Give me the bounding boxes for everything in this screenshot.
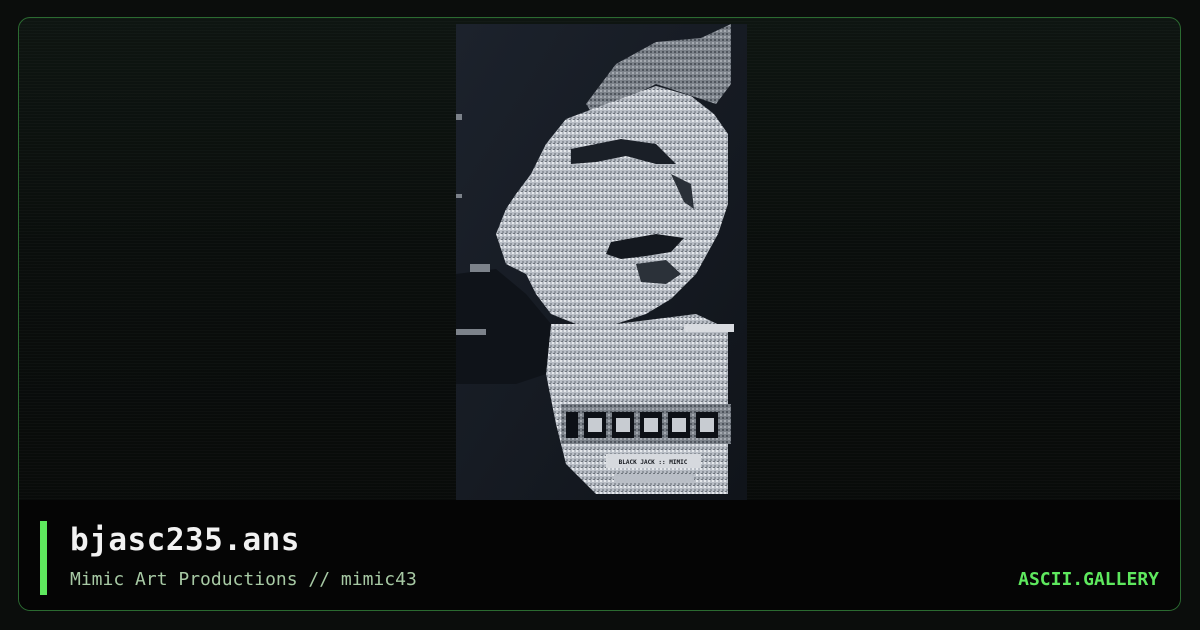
brand-link[interactable]: ASCII.GALLERY [1018, 569, 1159, 590]
ascii-artwork-preview[interactable]: BLACK JACK :: MIMIC [456, 24, 747, 500]
artwork-title: bjasc235.ans [70, 522, 300, 558]
accent-bar [40, 521, 47, 595]
artwork-credits: Mimic Art Productions // mimic43 [70, 569, 417, 590]
ascii-portrait-image: BLACK JACK :: MIMIC [456, 24, 747, 500]
artwork-tagline: BLACK JACK :: MIMIC [619, 459, 688, 466]
caption-panel: bjasc235.ans Mimic Art Productions // mi… [19, 500, 1180, 610]
card-frame: BLACK JACK :: MIMIC bjasc235.ans Mimic A… [18, 17, 1181, 611]
